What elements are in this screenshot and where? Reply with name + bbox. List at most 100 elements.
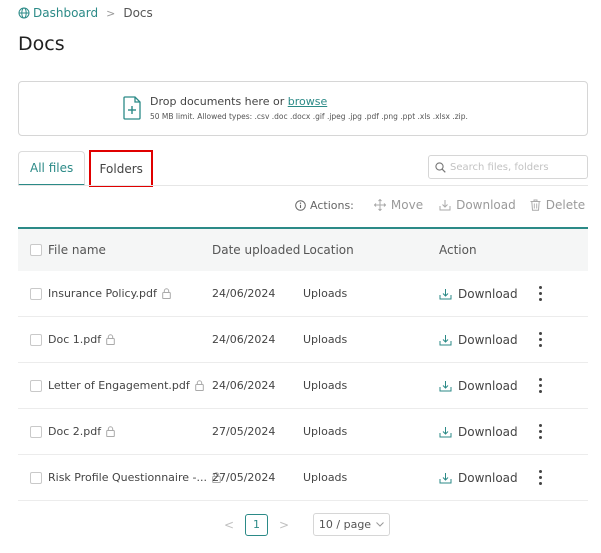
- move-label: Move: [390, 198, 424, 212]
- row-download-button[interactable]: Download: [439, 425, 518, 439]
- lock-icon: [106, 426, 115, 437]
- date-uploaded: 24/06/2024: [212, 379, 276, 392]
- row-checkbox[interactable]: [30, 471, 42, 484]
- lock-icon: [194, 380, 204, 391]
- download-icon: [439, 426, 452, 438]
- download-icon: [439, 334, 452, 346]
- download-icon: [439, 472, 452, 484]
- column-header-date: Date uploaded: [212, 243, 301, 257]
- row-checkbox[interactable]: [30, 425, 42, 438]
- file-name-cell: Risk Profile Questionnaire -...: [30, 471, 221, 484]
- next-page-button[interactable]: >: [277, 518, 291, 532]
- file-name-cell: Letter of Engagement.pdf: [30, 379, 204, 392]
- move-button[interactable]: Move: [373, 198, 424, 212]
- upload-dropzone[interactable]: Drop documents here or browse 50 MB limi…: [18, 81, 588, 136]
- move-icon: [373, 199, 386, 211]
- row-download-button[interactable]: Download: [439, 287, 518, 301]
- download-label: Download: [458, 332, 518, 347]
- row-checkbox[interactable]: [30, 379, 42, 392]
- lock-icon: [162, 288, 171, 299]
- more-vertical-icon: [536, 378, 544, 393]
- search-icon: [435, 161, 446, 173]
- page-size-value: 10 / page: [318, 518, 372, 531]
- chevron-down-icon: [376, 522, 384, 527]
- delete-button[interactable]: Delete: [530, 198, 585, 212]
- date-uploaded: 27/05/2024: [212, 471, 276, 484]
- file-name-cell: Doc 1.pdf: [30, 333, 115, 346]
- row-download-button[interactable]: Download: [439, 333, 518, 347]
- table-row[interactable]: Doc 1.pdf 24/06/2024 Uploads Download: [18, 317, 588, 363]
- info-icon: [295, 199, 306, 211]
- column-header-location: Location: [303, 243, 354, 257]
- breadcrumb-current: Docs: [123, 6, 153, 20]
- date-uploaded: 24/06/2024: [212, 333, 276, 346]
- trash-icon: [530, 199, 541, 211]
- select-all-checkbox[interactable]: [30, 244, 42, 256]
- page-size-select[interactable]: 10 / page: [313, 513, 390, 536]
- row-download-button[interactable]: Download: [439, 471, 518, 485]
- row-more-button[interactable]: [536, 378, 544, 393]
- dropzone-prompt-text: Drop documents here or: [150, 95, 288, 108]
- more-vertical-icon: [536, 470, 544, 485]
- download-icon: [439, 288, 452, 300]
- more-vertical-icon: [536, 332, 544, 347]
- row-more-button[interactable]: [536, 470, 544, 485]
- delete-label: Delete: [545, 198, 586, 212]
- breadcrumb-separator: >: [106, 6, 116, 20]
- more-vertical-icon: [536, 424, 544, 439]
- row-download-button[interactable]: Download: [439, 379, 518, 393]
- table-row[interactable]: Doc 2.pdf 27/05/2024 Uploads Download: [18, 409, 588, 455]
- file-name[interactable]: Doc 1.pdf: [48, 333, 101, 346]
- row-more-button[interactable]: [536, 424, 544, 439]
- document-add-icon: [123, 96, 141, 120]
- tabs-divider: [18, 185, 588, 186]
- download-label: Download: [458, 424, 518, 439]
- tab-folders[interactable]: Folders: [89, 150, 154, 187]
- download-label: Download: [458, 378, 518, 393]
- location: Uploads: [303, 425, 348, 438]
- location: Uploads: [303, 287, 348, 300]
- location: Uploads: [303, 379, 348, 392]
- row-more-button[interactable]: [536, 332, 544, 347]
- bulk-actions-bar: Actions: Move Download Delete: [295, 198, 585, 212]
- table-row[interactable]: Insurance Policy.pdf 24/06/2024 Uploads Dow…: [18, 271, 588, 317]
- date-uploaded: 27/05/2024: [212, 425, 276, 438]
- breadcrumb-dashboard-link[interactable]: Dashboard: [18, 6, 98, 20]
- location: Uploads: [303, 471, 348, 484]
- header-name-cell: File name: [30, 243, 106, 257]
- upload-limit-text: 50 MB limit. Allowed types: .csv .doc .d…: [150, 112, 468, 121]
- column-header-action: Action: [439, 243, 477, 257]
- breadcrumb: Dashboard > Docs: [18, 6, 153, 20]
- lock-icon: [106, 334, 115, 345]
- bulk-download-label: Download: [456, 198, 516, 212]
- table-row[interactable]: Risk Profile Questionnaire -... 27/05/202…: [18, 455, 588, 501]
- row-checkbox[interactable]: [30, 333, 42, 346]
- table-body: Insurance Policy.pdf 24/06/2024 Uploads Dow…: [18, 271, 588, 501]
- tab-all-files[interactable]: All files: [18, 151, 86, 186]
- download-icon: [439, 200, 451, 211]
- file-name[interactable]: Letter of Engagement.pdf: [48, 379, 190, 392]
- file-name-cell: Doc 2.pdf: [30, 425, 115, 438]
- search-input[interactable]: [450, 161, 578, 173]
- page-number-current[interactable]: 1: [245, 513, 268, 536]
- row-more-button[interactable]: [536, 286, 544, 301]
- file-name[interactable]: Doc 2.pdf: [48, 425, 101, 438]
- download-label: Download: [458, 286, 518, 301]
- row-checkbox[interactable]: [30, 287, 42, 300]
- files-table: File name Date uploaded Location Action …: [18, 227, 588, 501]
- column-header-name: File name: [48, 243, 106, 257]
- page-title: Docs: [18, 33, 65, 55]
- breadcrumb-home-label: Dashboard: [33, 6, 99, 20]
- date-uploaded: 24/06/2024: [212, 287, 276, 300]
- more-vertical-icon: [536, 286, 544, 301]
- bulk-download-button[interactable]: Download: [439, 198, 516, 212]
- prev-page-button[interactable]: <: [222, 518, 236, 532]
- file-name[interactable]: Insurance Policy.pdf: [48, 287, 157, 300]
- dropzone-prompt: Drop documents here or browse: [150, 95, 327, 108]
- globe-icon: [18, 7, 30, 19]
- browse-link[interactable]: browse: [288, 95, 328, 108]
- location: Uploads: [303, 333, 348, 346]
- table-row[interactable]: Letter of Engagement.pdf 24/06/2024 Upload…: [18, 363, 588, 409]
- actions-label: Actions:: [295, 199, 354, 212]
- file-name[interactable]: Risk Profile Questionnaire -...: [48, 471, 207, 484]
